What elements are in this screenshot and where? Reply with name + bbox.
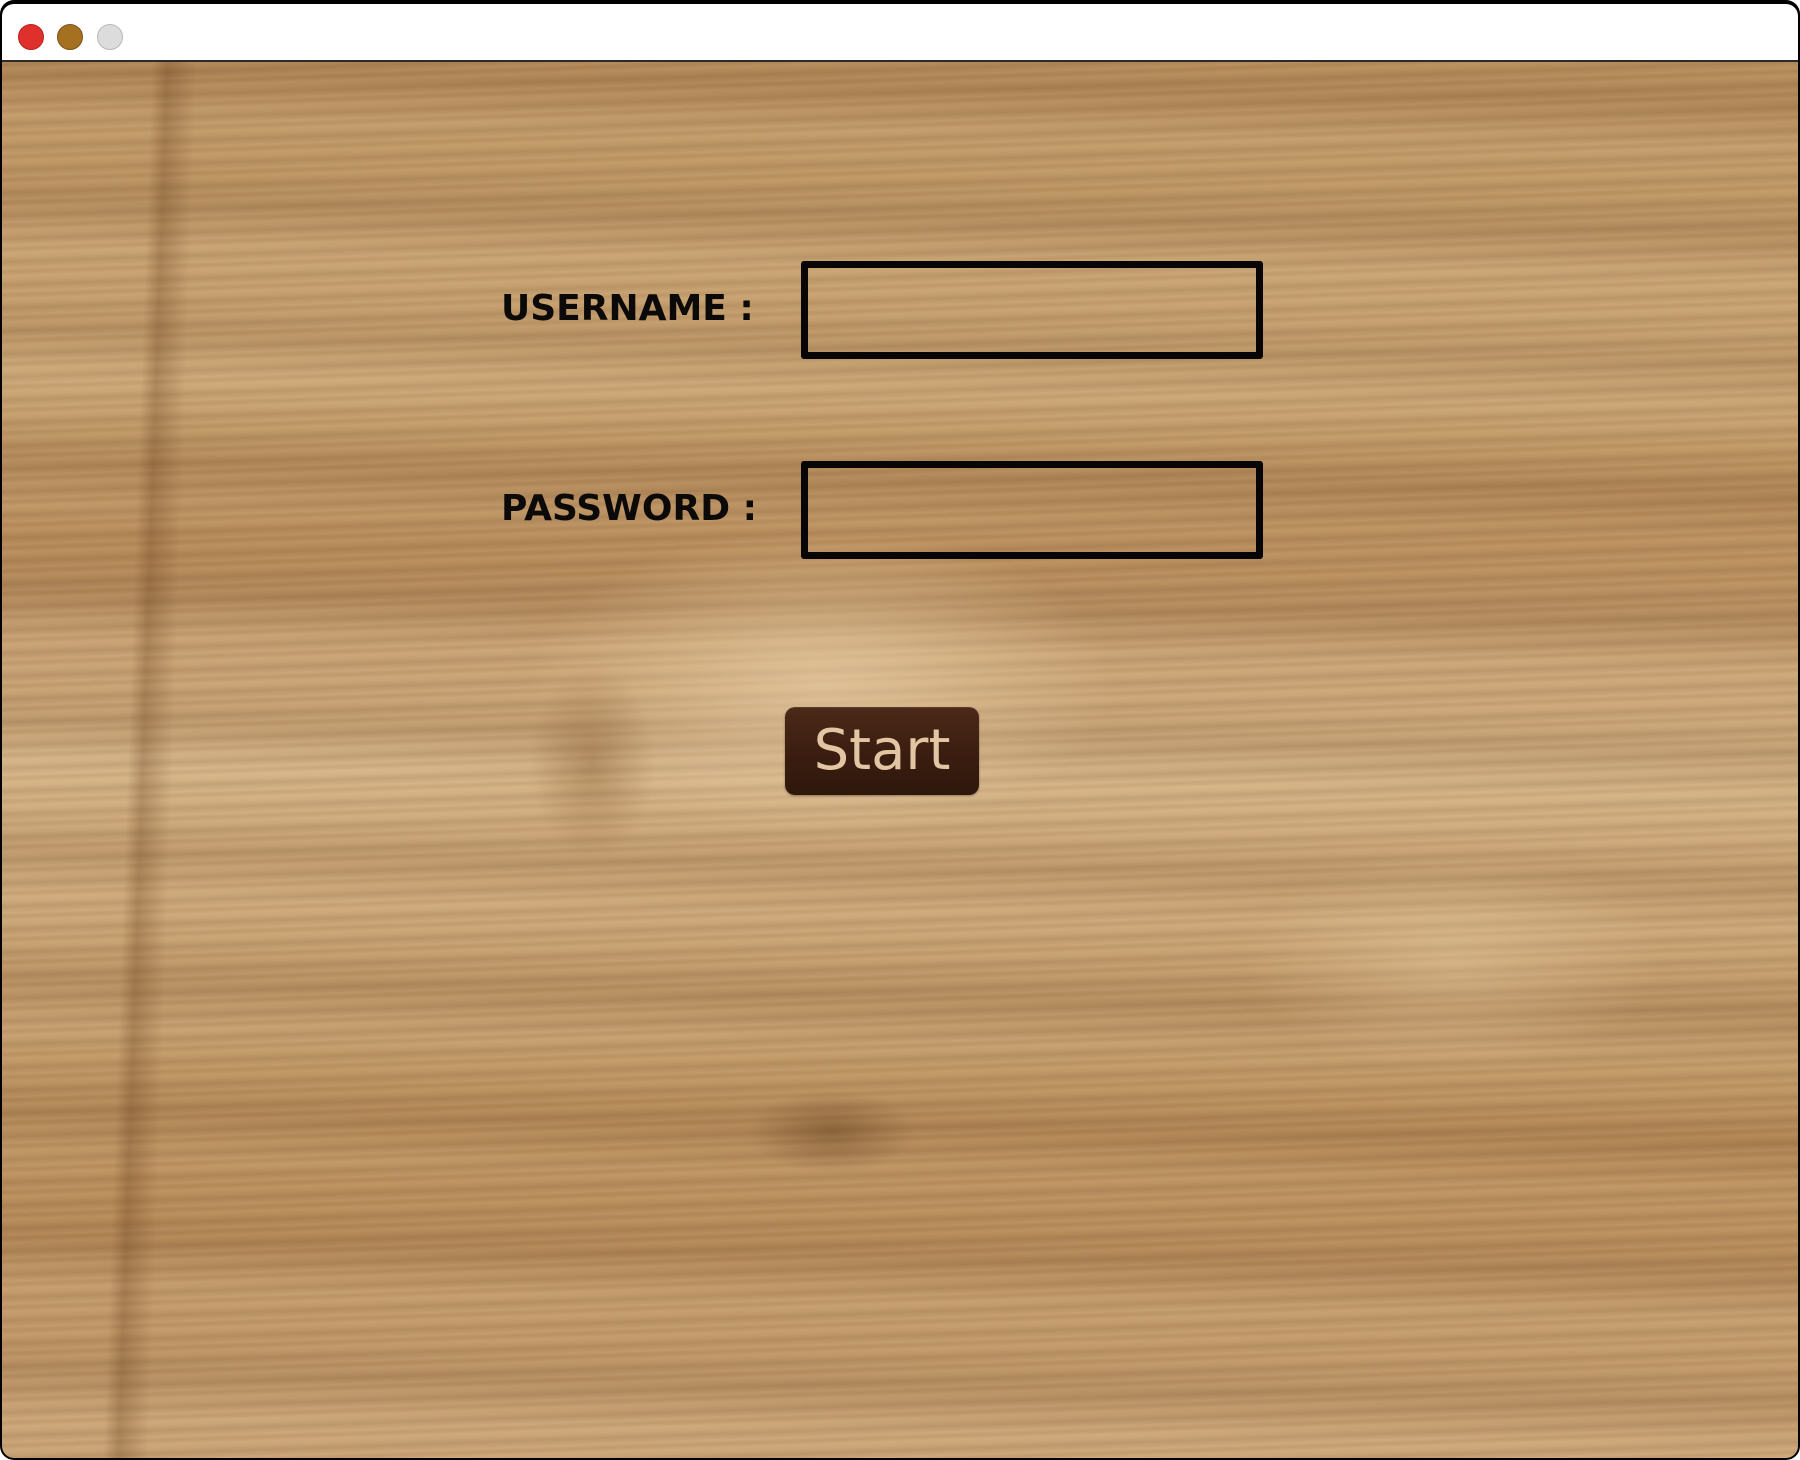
password-label: PASSWORD : (501, 488, 758, 529)
zoom-window-button[interactable] (97, 24, 123, 50)
app-window: USERNAME : PASSWORD : Start (0, 0, 1800, 1460)
wood-background: USERNAME : PASSWORD : Start (2, 62, 1798, 1458)
close-window-button[interactable] (18, 24, 44, 50)
minimize-window-button[interactable] (57, 24, 83, 50)
username-label: USERNAME : (501, 288, 754, 329)
start-button[interactable]: Start (785, 707, 979, 795)
password-input[interactable] (801, 461, 1263, 559)
username-input[interactable] (801, 261, 1263, 359)
title-bar (2, 4, 1798, 62)
